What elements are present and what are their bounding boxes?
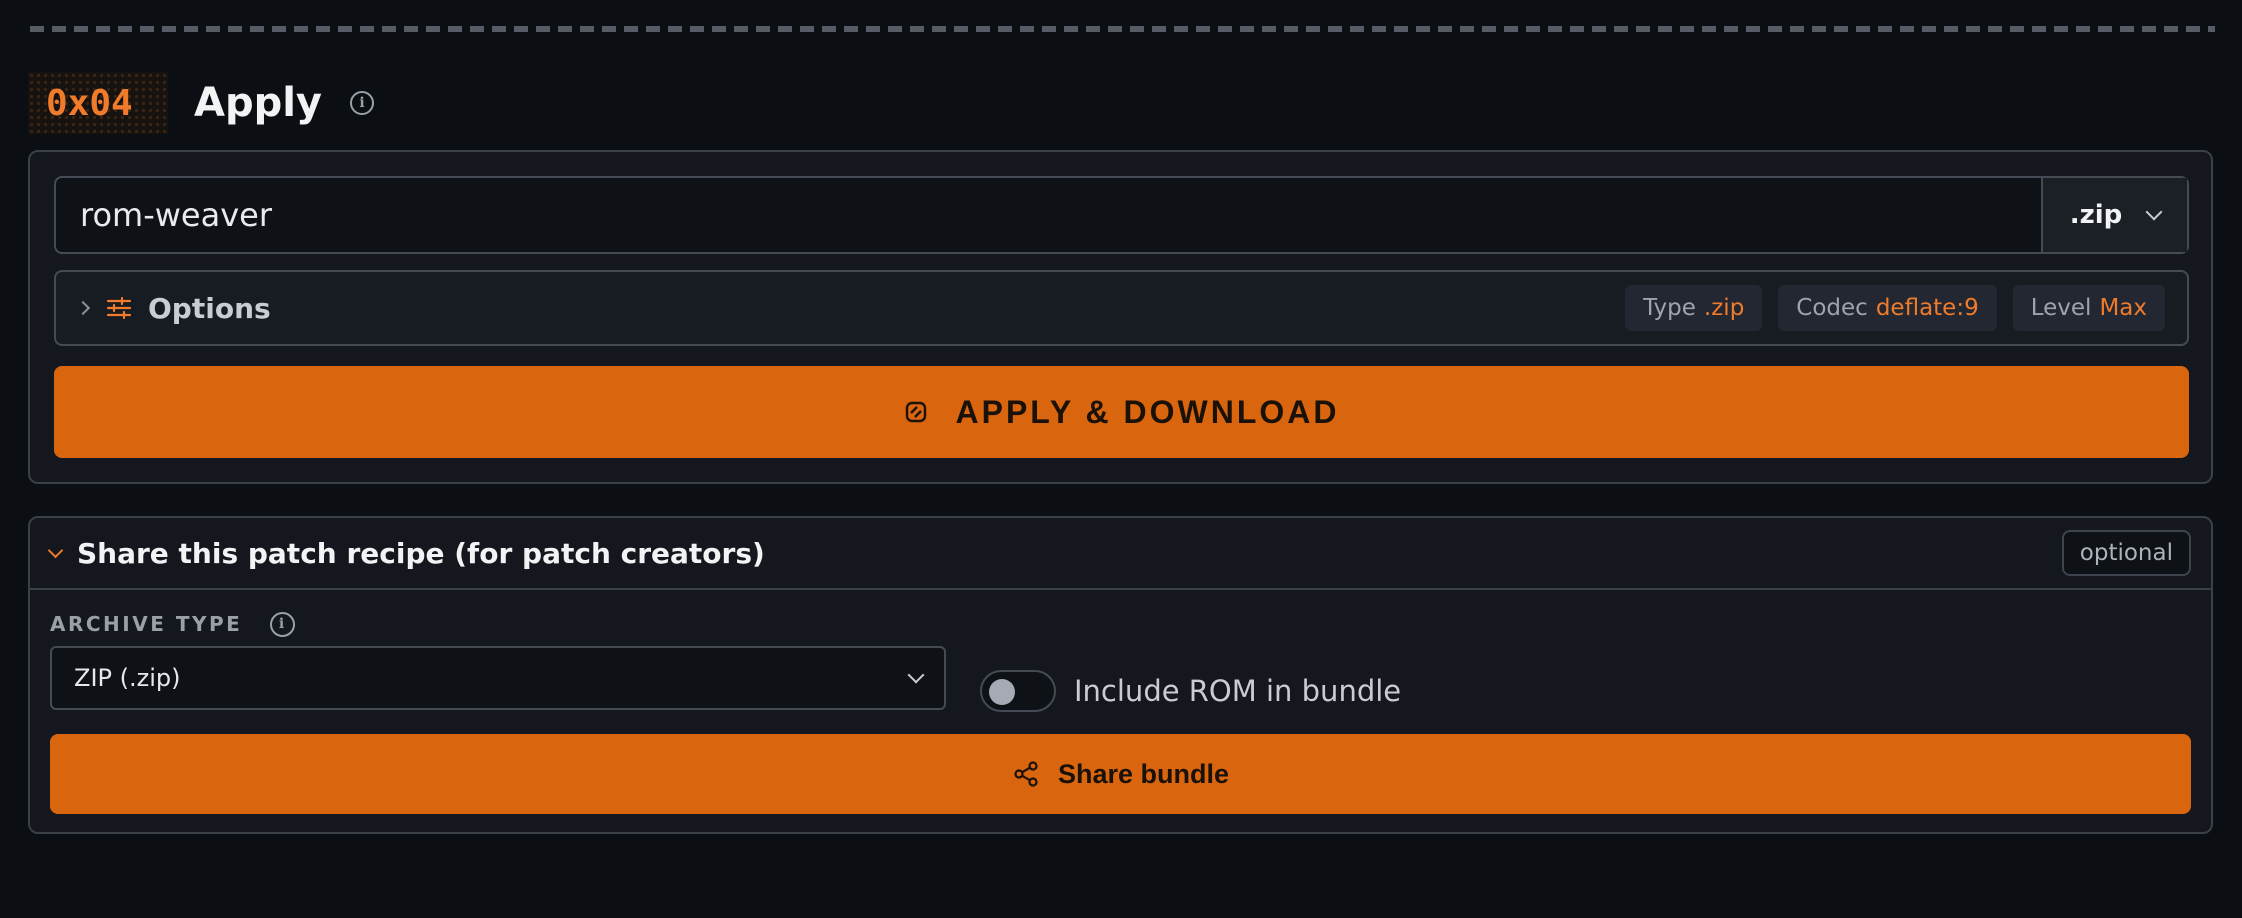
archive-type-label: ARCHIVE TYPE — [50, 612, 243, 636]
toggle-knob — [989, 679, 1015, 705]
chip-key: Type — [1643, 295, 1696, 321]
options-toggle[interactable]: Options Type .zip Codec deflate:9 Level … — [54, 270, 2189, 346]
chevron-down-icon — [2145, 203, 2163, 221]
chip-codec: Codec deflate:9 — [1778, 285, 1997, 331]
share-bundle-button[interactable]: Share bundle — [50, 734, 2191, 814]
option-summary-chips: Type .zip Codec deflate:9 Level Max — [1625, 285, 2165, 331]
dashed-divider — [30, 26, 2215, 32]
chip-value: Max — [2099, 295, 2147, 321]
archive-type-label-row: ARCHIVE TYPE i — [50, 596, 296, 652]
include-rom-label: Include ROM in bundle — [1074, 674, 1402, 708]
chevron-down-icon — [47, 542, 64, 558]
sliders-icon — [106, 297, 132, 319]
chevron-down-icon — [907, 666, 925, 684]
chip-type: Type .zip — [1625, 285, 1763, 331]
share-section-toggle[interactable]: Share this patch recipe (for patch creat… — [30, 518, 2211, 590]
apply-card: .zip Options Type .zip Codec deflate:9 L… — [28, 150, 2213, 484]
step-code-badge: 0x04 — [28, 72, 168, 134]
section-header: 0x04 Apply i — [28, 72, 375, 134]
extension-value: .zip — [2069, 200, 2123, 230]
chip-key: Codec — [1796, 295, 1868, 321]
patch-icon — [906, 401, 927, 423]
share-section-title: Share this patch recipe (for patch creat… — [77, 536, 765, 570]
chip-value: .zip — [1703, 295, 1745, 321]
info-icon[interactable]: i — [350, 91, 375, 115]
info-icon[interactable]: i — [270, 611, 296, 637]
options-label: Options — [148, 291, 271, 325]
apply-download-label: APPLY & DOWNLOAD — [955, 393, 1340, 430]
share-card: Share this patch recipe (for patch creat… — [28, 516, 2213, 834]
include-rom-toggle[interactable] — [980, 670, 1056, 712]
chip-level: Level Max — [2012, 285, 2165, 331]
include-rom-row: Include ROM in bundle — [980, 670, 1401, 712]
share-bundle-label: Share bundle — [1057, 758, 1230, 789]
chip-value: deflate:9 — [1875, 295, 1979, 321]
optional-badge: optional — [2061, 530, 2191, 576]
share-icon — [1014, 761, 1038, 787]
archive-type-value: ZIP (.zip) — [74, 664, 181, 692]
chevron-right-icon — [75, 300, 91, 316]
section-title: Apply — [194, 80, 323, 126]
extension-select[interactable]: .zip — [2041, 178, 2187, 252]
chip-key: Level — [2030, 295, 2092, 321]
output-name-input[interactable] — [56, 178, 2041, 252]
output-name-row: .zip — [54, 176, 2189, 254]
archive-type-select[interactable]: ZIP (.zip) — [50, 646, 946, 710]
apply-download-button[interactable]: APPLY & DOWNLOAD — [54, 366, 2189, 458]
